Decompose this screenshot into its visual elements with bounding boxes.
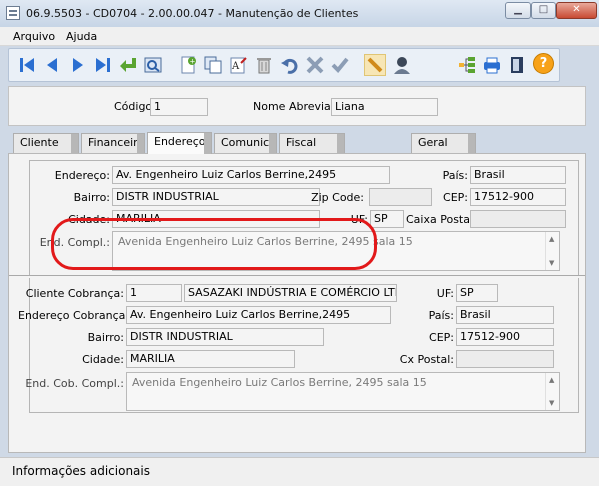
bairro-field[interactable]: DISTR INDUSTRIAL [112, 188, 320, 206]
cep-cobranca-label: CEP: [429, 331, 454, 344]
uf-cobranca-field[interactable]: SP [456, 284, 498, 302]
tab-fiscal[interactable]: Fiscal [279, 133, 345, 153]
tree-icon[interactable] [456, 54, 478, 76]
nome-abreviado-field[interactable]: Liana [331, 98, 438, 116]
delete-icon[interactable] [253, 54, 275, 76]
cliente-cobranca-code-field[interactable]: 1 [126, 284, 182, 302]
svg-text:+: + [190, 58, 196, 66]
tab-label: Fiscal [286, 136, 317, 149]
cidade-cobranca-label: Cidade: [82, 353, 124, 366]
undo-icon[interactable] [279, 54, 301, 76]
caixa-postal-label: Caixa Postal: [406, 213, 477, 226]
caixa-postal-field[interactable] [470, 210, 566, 228]
help-icon[interactable]: ? [533, 53, 554, 74]
tab-financeiro[interactable]: Financeiro [81, 133, 145, 153]
menu-ajuda[interactable]: Ajuda [66, 30, 97, 43]
tab-separator [269, 134, 276, 153]
end-cob-compl-label: End. Cob. Compl.: [25, 377, 124, 390]
pais-cobranca-field[interactable]: Brasil [456, 306, 554, 324]
last-icon[interactable] [92, 54, 114, 76]
menu-bar: Arquivo Ajuda [0, 27, 599, 46]
maximize-button[interactable]: □ [531, 2, 556, 19]
pencil-icon[interactable] [364, 54, 386, 76]
title-bar: 06.9.5503 - CD0704 - 2.00.00.047 - Manut… [0, 0, 599, 28]
cep-label: CEP: [443, 191, 468, 204]
section-divider [9, 275, 585, 276]
zip-code-field[interactable] [369, 188, 432, 206]
search-icon[interactable] [142, 54, 164, 76]
endereco-label: Endereço: [54, 169, 110, 182]
tab-label: Geral [418, 136, 448, 149]
end-cob-compl-scrollbar[interactable]: ▲ ▼ [545, 373, 559, 410]
first-icon[interactable] [16, 54, 38, 76]
cancel-icon[interactable] [304, 54, 326, 76]
app-icon [6, 6, 20, 20]
endereco-cobranca-field[interactable]: Av. Engenheiro Luiz Carlos Berrine,2495 [126, 306, 391, 324]
user-icon[interactable] [391, 54, 413, 76]
header-panel: Código: 1 Nome Abreviado: Liana [8, 86, 586, 126]
tab-endereco[interactable]: Endereço [147, 132, 212, 154]
exit-icon[interactable] [506, 54, 528, 76]
prev-icon[interactable] [41, 54, 63, 76]
highlight-annotation [51, 218, 377, 270]
pais-label: País: [442, 169, 468, 182]
tab-content: Endereço: Av. Engenheiro Luiz Carlos Ber… [8, 153, 586, 453]
toolbar: + A [8, 48, 560, 82]
menu-arquivo[interactable]: Arquivo [13, 30, 55, 43]
copy-icon[interactable] [202, 54, 224, 76]
cx-postal-field[interactable] [456, 350, 554, 368]
return-icon[interactable] [117, 54, 139, 76]
cobranca-group: Cliente Cobrança: 1 SASAZAKI INDÚSTRIA E… [18, 278, 579, 413]
status-bar: Informações adicionais [0, 457, 599, 486]
uf-cobranca-label: UF: [436, 287, 454, 300]
svg-text:A: A [231, 61, 240, 72]
print-icon[interactable] [481, 54, 503, 76]
status-text: Informações adicionais [12, 464, 150, 478]
zip-code-label: Zip Code: [311, 191, 364, 204]
window-title: 06.9.5503 - CD0704 - 2.00.00.047 - Manut… [26, 7, 359, 20]
tab-separator [204, 133, 211, 154]
endereco-cobranca-label: Endereço Cobrança: [18, 309, 130, 322]
tab-separator [468, 134, 475, 153]
bairro-cobranca-label: Bairro: [87, 331, 124, 344]
tab-separator [337, 134, 344, 153]
cliente-cobranca-name-field[interactable]: SASAZAKI INDÚSTRIA E COMÉRCIO LTDA AÇÃ [184, 284, 397, 302]
cidade-cobranca-field[interactable]: MARILIA [126, 350, 295, 368]
tab-separator [71, 134, 78, 153]
edit-icon[interactable]: A [227, 54, 249, 76]
end-compl-scrollbar[interactable]: ▲ ▼ [545, 232, 559, 270]
next-icon[interactable] [67, 54, 89, 76]
pais-field[interactable]: Brasil [470, 166, 566, 184]
minimize-button[interactable]: ▁ [505, 2, 531, 19]
cliente-cobranca-label: Cliente Cobrança: [25, 287, 124, 300]
bairro-cobranca-field[interactable]: DISTR INDUSTRIAL [126, 328, 324, 346]
uf-field[interactable]: SP [370, 210, 404, 228]
tab-label: Endereço [154, 135, 206, 148]
codigo-field[interactable]: 1 [150, 98, 208, 116]
tab-separator [137, 134, 144, 153]
pais-cobranca-label: País: [428, 309, 454, 322]
confirm-icon[interactable] [329, 54, 351, 76]
tab-cliente[interactable]: Cliente [13, 133, 79, 153]
cep-field[interactable]: 17512-900 [470, 188, 566, 206]
tab-label: Cliente [20, 136, 59, 149]
tab-comunicacao[interactable]: Comunicaç [214, 133, 277, 153]
end-cob-compl-value: Avenida Engenheiro Luiz Carlos Berrine, … [132, 376, 427, 389]
close-button[interactable]: ✕ [556, 2, 597, 19]
end-cob-compl-field[interactable]: Avenida Engenheiro Luiz Carlos Berrine, … [126, 372, 560, 411]
tab-geral[interactable]: Geral [411, 133, 476, 153]
cep-cobranca-field[interactable]: 17512-900 [456, 328, 554, 346]
cx-postal-label: Cx Postal: [399, 353, 454, 366]
endereco-field[interactable]: Av. Engenheiro Luiz Carlos Berrine,2495 [112, 166, 390, 184]
bairro-label: Bairro: [73, 191, 110, 204]
tab-label: Financeiro [88, 136, 145, 149]
add-icon[interactable]: + [177, 54, 199, 76]
